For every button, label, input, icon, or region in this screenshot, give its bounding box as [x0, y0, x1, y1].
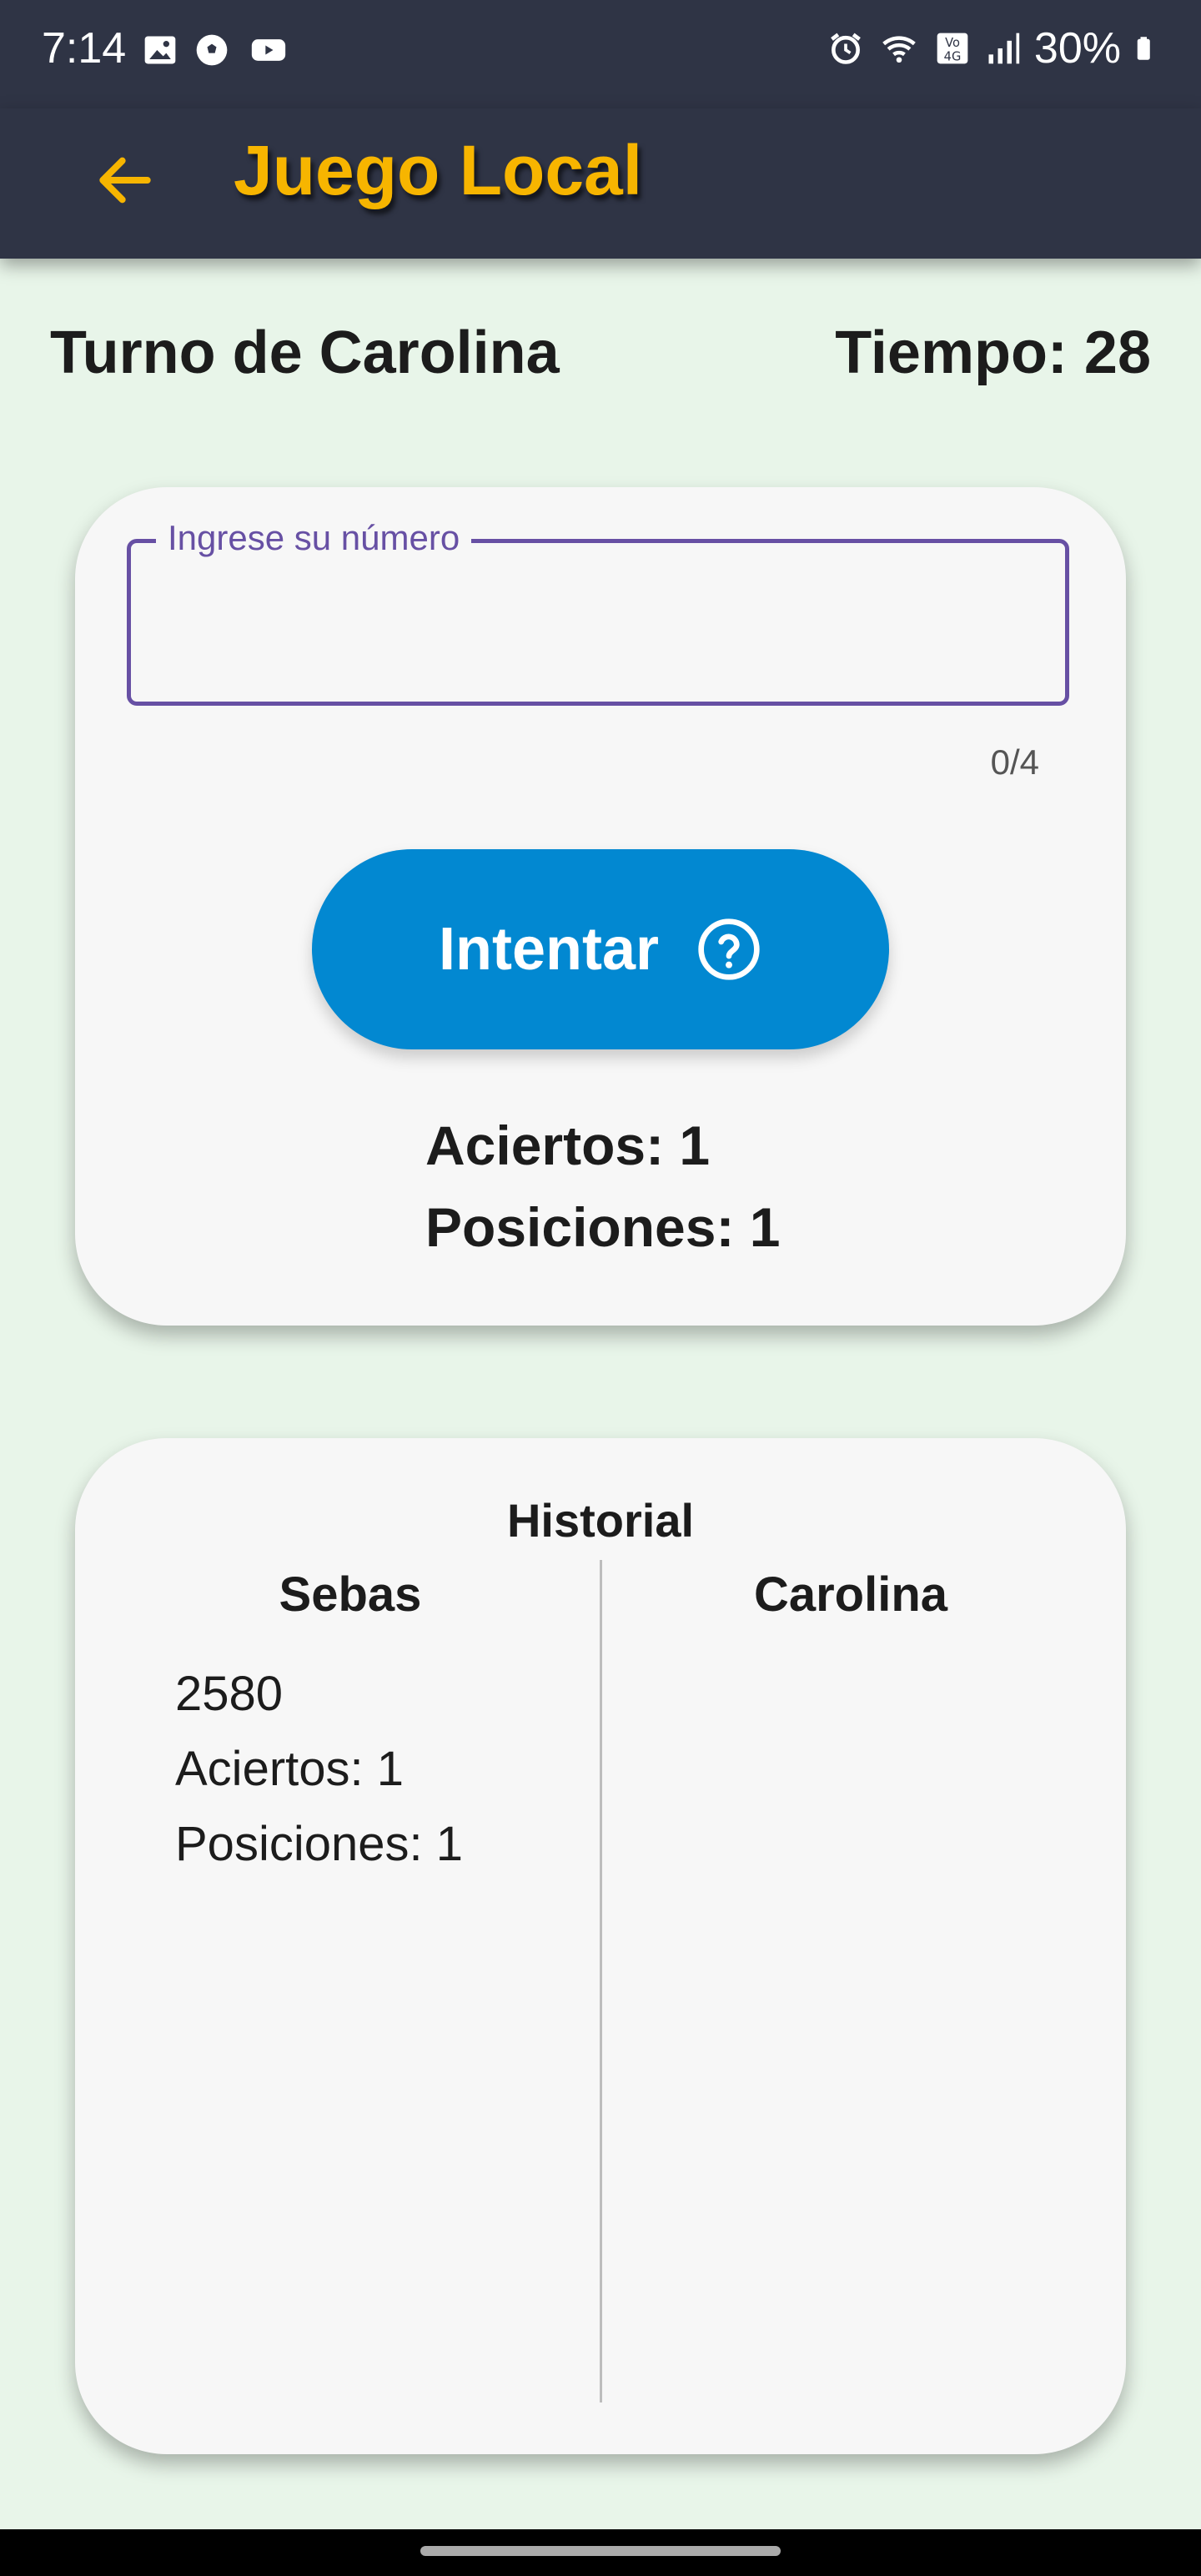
result-stats: Aciertos: 1 Posiciones: 1 — [425, 1104, 781, 1268]
app-bar: Juego Local — [0, 108, 1201, 259]
try-button[interactable]: Intentar — [312, 849, 889, 1049]
soccer-ball-icon — [196, 34, 228, 66]
image-icon — [144, 36, 176, 64]
svg-text:Vo: Vo — [945, 36, 960, 50]
try-button-label: Intentar — [438, 916, 660, 983]
navigation-bar — [0, 2529, 1201, 2576]
youtube-icon — [251, 39, 286, 61]
history-player-sebas: Sebas — [279, 1567, 422, 1622]
svg-text:4G: 4G — [944, 50, 962, 64]
history-entry-guess: 2580 — [175, 1667, 284, 1721]
notification-icons — [142, 32, 292, 68]
status-time: 7:14 — [42, 24, 127, 73]
app-title: Juego Local — [234, 131, 643, 209]
turn-label: Turno de Carolina — [50, 319, 560, 386]
help-circle-icon — [698, 918, 760, 980]
battery-icon — [1137, 37, 1150, 60]
history-card: Historial Sebas Carolina 2580 Aciertos: … — [75, 1438, 1126, 2454]
history-entry-aciertos: Aciertos: 1 — [175, 1742, 404, 1796]
history-entry: 2580 Aciertos: 1 Posiciones: 1 — [175, 1657, 463, 1882]
system-status: Vo 4G 30% — [827, 23, 1159, 73]
number-input[interactable]: Ingrese su número — [127, 518, 1069, 706]
time-label: Tiempo: 28 — [835, 319, 1151, 386]
status-bar: 7:14 Vo 4G 30% — [0, 0, 1201, 108]
signal-icon — [988, 33, 1020, 64]
home-gesture-handle[interactable] — [420, 2546, 781, 2556]
result-posiciones: Posiciones: 1 — [425, 1196, 781, 1258]
alarm-icon — [831, 33, 861, 64]
history-entry-posiciones: Posiciones: 1 — [175, 1817, 463, 1871]
battery-percent: 30% — [1033, 24, 1121, 73]
guess-card: Ingrese su número 0/4 Intentar Aciertos:… — [75, 487, 1126, 1326]
history-title: Historial — [506, 1494, 695, 1547]
history-player-carolina: Carolina — [753, 1567, 948, 1622]
wifi-icon — [882, 36, 916, 63]
volte-icon: Vo4G — [937, 33, 968, 64]
character-counter: 0/4 — [990, 742, 1039, 782]
result-aciertos: Aciertos: 1 — [425, 1114, 711, 1176]
arrow-back-icon[interactable] — [92, 147, 158, 214]
history-divider — [600, 1560, 602, 2402]
number-input-label: Ingrese su número — [156, 518, 472, 558]
